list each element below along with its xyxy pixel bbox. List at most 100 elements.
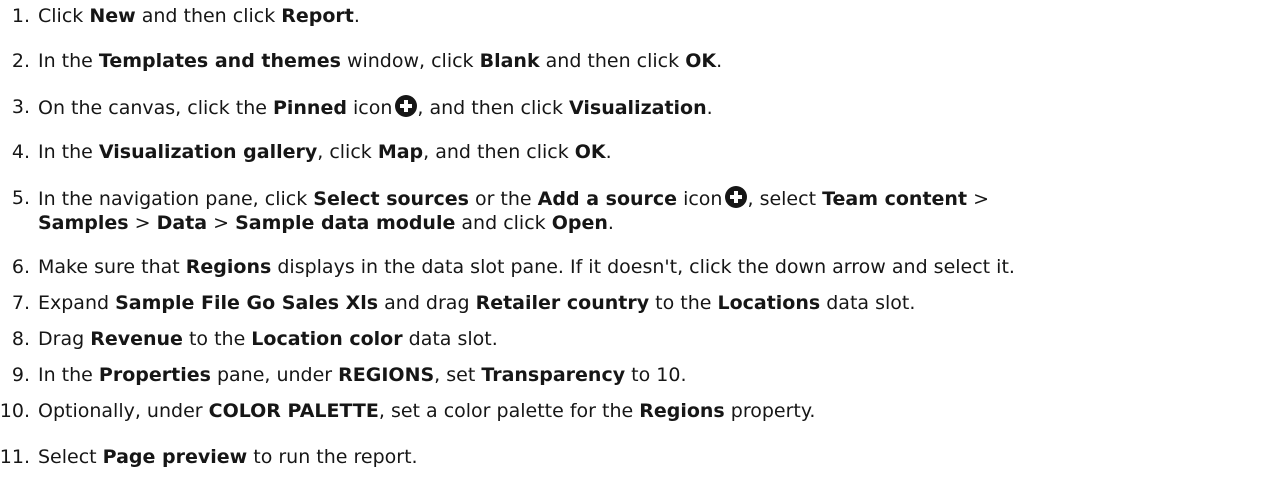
text-segment: Expand: [38, 292, 116, 314]
bold-term: Select sources: [313, 188, 469, 210]
bold-term: REGIONS: [338, 364, 435, 386]
text-segment: In the: [38, 364, 99, 386]
text-segment: window, click: [340, 50, 480, 72]
step-number: 10.: [0, 400, 30, 422]
bold-term: Blank: [479, 50, 540, 72]
step-text: Drag Revenue to the Location color data …: [38, 327, 498, 351]
step-number: 11.: [0, 446, 30, 468]
step-line: Expand Sample File Go Sales Xls and drag…: [38, 292, 915, 314]
bold-term: Locations: [717, 292, 821, 314]
text-segment: Drag: [38, 328, 91, 350]
text-segment: Optionally, under: [38, 400, 209, 422]
step-line-continued: Samples > Data > Sample data module and …: [38, 211, 989, 235]
bold-term: Samples: [38, 212, 129, 234]
step-number: 9.: [11, 364, 30, 386]
step-text: In the navigation pane, click Select sou…: [38, 186, 989, 235]
plus-circle-icon: [395, 95, 418, 117]
step-text: On the canvas, click the Pinned icon , an…: [38, 95, 713, 120]
bold-term: Report: [281, 5, 354, 27]
step-text: Select Page preview to run the report.: [38, 445, 418, 469]
text-segment: , select: [747, 188, 823, 210]
text-segment: In the: [38, 50, 99, 72]
step-number: 3.: [11, 96, 30, 118]
text-segment: to the: [649, 292, 718, 314]
text-segment: , set a color palette for the: [378, 400, 640, 422]
step-line: Select Page preview to run the report.: [38, 446, 418, 468]
text-segment: On the canvas, click the: [38, 97, 273, 119]
bold-term: Properties: [98, 364, 211, 386]
step-line: In the Templates and themes window, clic…: [38, 50, 722, 72]
step-number: 7.: [11, 292, 30, 314]
text-segment: to 10.: [625, 364, 687, 386]
text-segment: Select: [38, 446, 103, 468]
step-text: Optionally, under COLOR PALETTE, set a c…: [38, 399, 815, 423]
bold-term: Visualization gallery: [98, 141, 318, 163]
step-number: 2.: [11, 50, 30, 72]
step-number: 8.: [11, 328, 30, 350]
text-segment: and click: [455, 212, 552, 234]
step-text: In the Properties pane, under REGIONS, s…: [38, 363, 686, 387]
step-line: In the Visualization gallery, click Map,…: [38, 141, 612, 163]
bold-term: Open: [551, 212, 608, 234]
bold-term: Team content: [822, 188, 968, 210]
step-text: Make sure that Regions displays in the d…: [38, 255, 1015, 279]
text-segment: , set: [434, 364, 482, 386]
text-segment: to the: [182, 328, 252, 350]
text-segment: and drag: [378, 292, 476, 314]
step-number: 4.: [11, 141, 30, 163]
text-segment: .: [706, 97, 713, 119]
step-text: Expand Sample File Go Sales Xls and drag…: [38, 291, 915, 315]
bold-term: Location color: [251, 328, 403, 350]
step-number: 5.: [11, 187, 30, 209]
bold-term: New: [89, 5, 136, 27]
step-text: Click New and then click Report.: [38, 4, 360, 28]
bold-term: Sample File Go Sales Xls: [115, 292, 379, 314]
step-line: Make sure that Regions displays in the d…: [38, 256, 1015, 278]
text-segment: .: [605, 141, 612, 163]
text-segment: , and then click: [423, 141, 575, 163]
step-text: In the Visualization gallery, click Map,…: [38, 140, 612, 164]
step-line: Drag Revenue to the Location color data …: [38, 328, 498, 350]
text-segment: .: [607, 212, 614, 234]
bold-term: Data: [156, 212, 208, 234]
instruction-steps-list: 1. Click New and then click Report. 2. I…: [0, 0, 1282, 486]
text-segment: In the: [38, 141, 99, 163]
bold-term: COLOR PALETTE: [208, 400, 379, 422]
text-segment: >: [128, 212, 157, 234]
bold-term: Regions: [639, 400, 725, 422]
bold-term: Pinned: [272, 97, 347, 119]
bold-term: Add a source: [537, 188, 678, 210]
bold-term: Retailer country: [475, 292, 650, 314]
bold-term: Revenue: [90, 328, 183, 350]
step-line: On the canvas, click the Pinned icon , an…: [38, 95, 713, 119]
text-segment: or the: [468, 188, 538, 210]
text-segment: .: [353, 5, 360, 27]
text-segment: property.: [724, 400, 816, 422]
text-segment: , and then click: [417, 97, 570, 119]
bold-term: Sample data module: [235, 212, 456, 234]
bold-term: OK: [574, 141, 606, 163]
step-number: 1.: [11, 5, 30, 27]
bold-term: Page preview: [102, 446, 248, 468]
text-segment: data slot.: [402, 328, 498, 350]
text-segment: , click: [317, 141, 378, 163]
text-segment: icon: [677, 188, 723, 210]
step-text: In the Templates and themes window, clic…: [38, 49, 722, 73]
text-segment: Make sure that: [38, 256, 186, 278]
step-line: In the Properties pane, under REGIONS, s…: [38, 364, 686, 386]
text-segment: data slot.: [820, 292, 916, 314]
plus-circle-icon: [725, 186, 748, 208]
text-segment: >: [967, 188, 990, 210]
text-segment: icon: [346, 97, 393, 119]
text-segment: In the navigation pane, click: [38, 188, 314, 210]
text-segment: displays in the data slot pane. If it do…: [271, 256, 1015, 278]
text-segment: pane, under: [210, 364, 339, 386]
bold-term: Regions: [185, 256, 272, 278]
step-number: 6.: [11, 256, 30, 278]
text-segment: and then click: [539, 50, 686, 72]
text-segment: .: [716, 50, 723, 72]
bold-term: Map: [377, 141, 424, 163]
bold-term: Templates and themes: [98, 50, 341, 72]
bold-term: OK: [685, 50, 717, 72]
text-segment: and then click: [135, 5, 282, 27]
